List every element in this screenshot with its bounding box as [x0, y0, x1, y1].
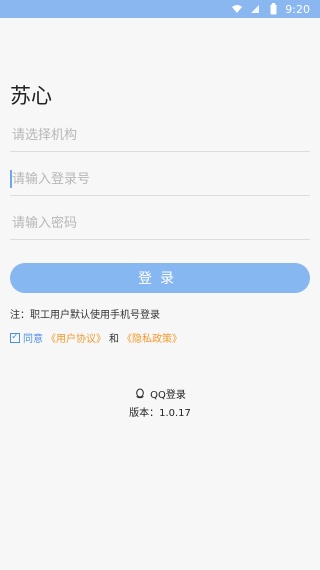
qq-login-label: QQ登录: [150, 390, 186, 401]
login-screen: 9:20 苏心 登录 注：职工用户默认使用手机号登录 ✓ 同意 《用户协议》 和…: [0, 0, 320, 570]
agree-text: 同意: [23, 334, 43, 345]
agreement-and: 和: [109, 334, 119, 345]
privacy-policy-link[interactable]: 《隐私政策》: [122, 330, 182, 345]
user-agreement-link[interactable]: 《用户协议》: [46, 330, 106, 345]
password-input[interactable]: [10, 208, 310, 239]
battery-icon: [267, 3, 279, 15]
org-select-field[interactable]: [10, 120, 310, 152]
agreement-row: ✓ 同意 《用户协议》 和 《隐私政策》: [10, 330, 182, 345]
version-text: 版本：1.0.17: [129, 408, 191, 419]
text-cursor: [10, 170, 12, 188]
qq-icon: [134, 388, 146, 400]
status-time: 9:20: [285, 2, 310, 16]
app-title: 苏心: [10, 84, 52, 108]
qq-login-button[interactable]: QQ登录: [0, 386, 320, 401]
signal-icon: [249, 3, 261, 15]
account-input[interactable]: [10, 164, 310, 195]
status-bar: 9:20: [0, 0, 320, 18]
org-select-input[interactable]: [10, 120, 310, 151]
agreement-checkbox[interactable]: ✓: [10, 332, 20, 343]
account-field[interactable]: [10, 164, 310, 196]
login-button[interactable]: 登录: [10, 263, 310, 293]
login-note: 注：职工用户默认使用手机号登录: [10, 310, 160, 321]
password-field[interactable]: [10, 208, 310, 240]
wifi-icon: [231, 3, 243, 15]
